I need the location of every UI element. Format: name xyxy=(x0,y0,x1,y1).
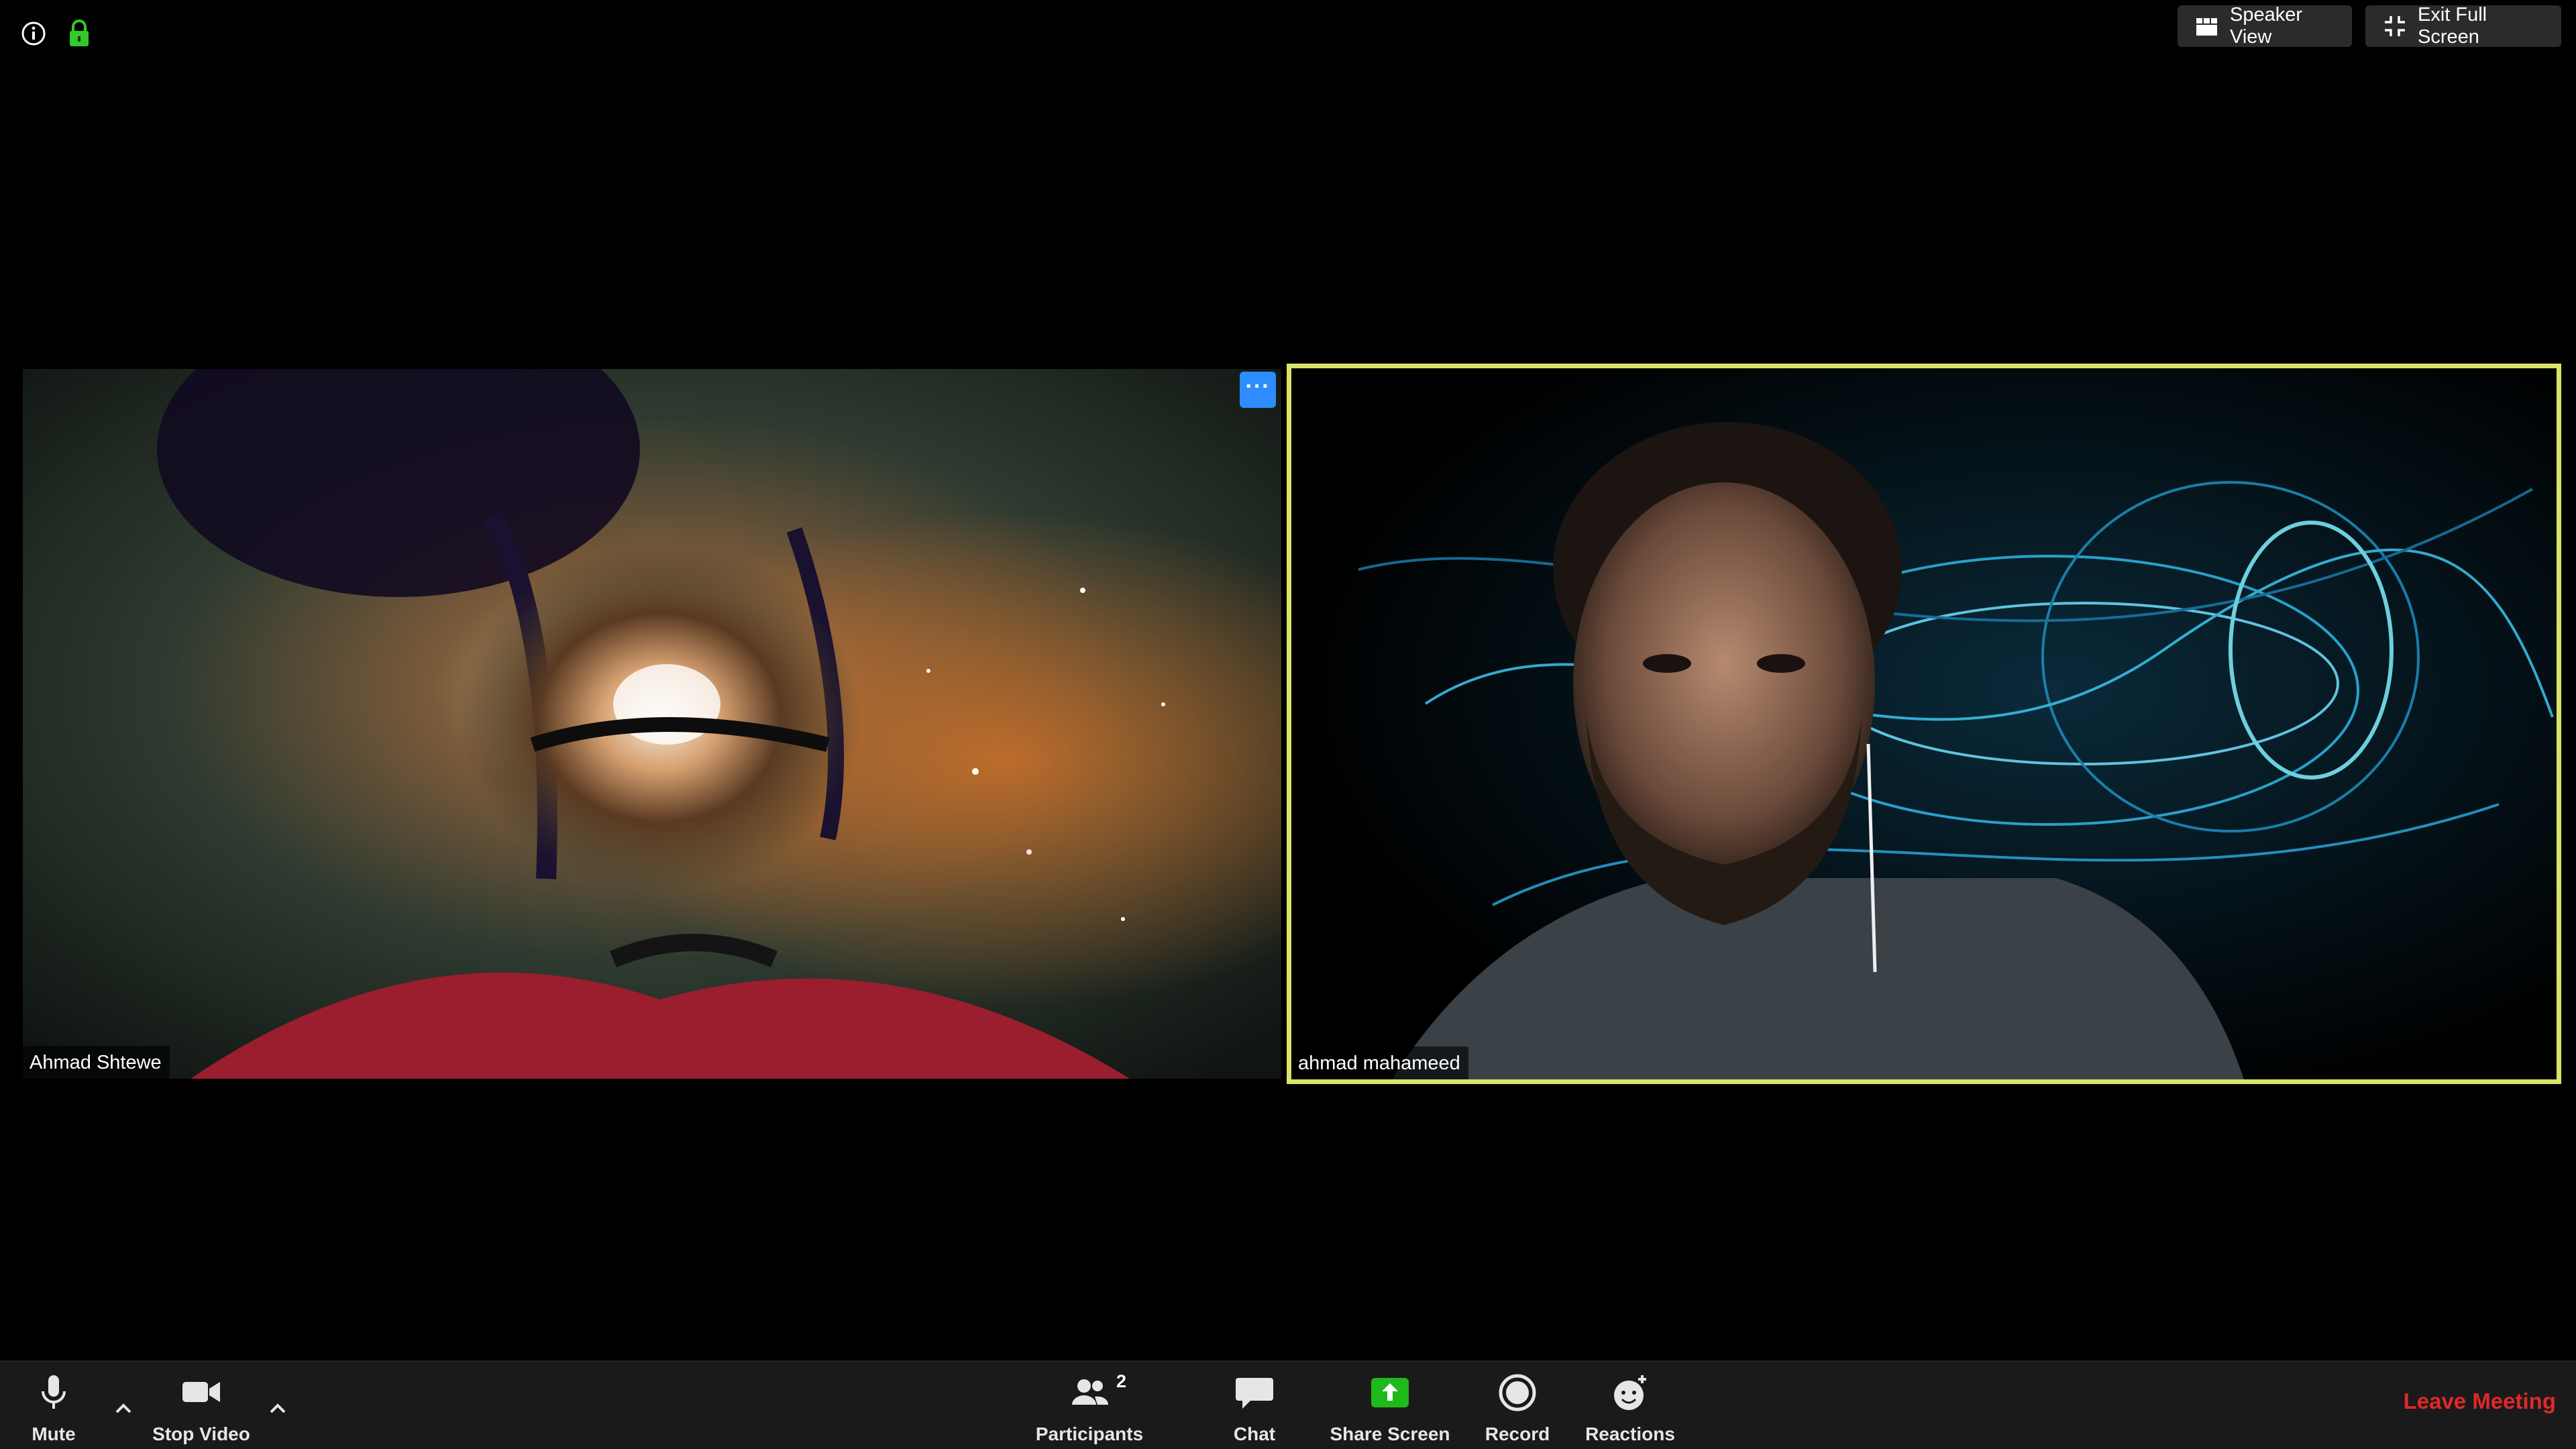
participants-count-badge: 2 xyxy=(1116,1371,1127,1391)
exit-full-screen-icon xyxy=(2385,16,2405,36)
video-options-chevron-up-icon[interactable] xyxy=(263,1394,292,1424)
leave-meeting-button[interactable]: Leave Meeting xyxy=(2404,1389,2556,1414)
share-screen-arrow-icon xyxy=(1371,1378,1409,1407)
participants-button[interactable]: Participants xyxy=(1022,1371,1157,1445)
microphone-icon xyxy=(42,1375,66,1409)
record-icon xyxy=(1499,1374,1536,1411)
stop-video-button[interactable]: Stop Video xyxy=(134,1371,268,1445)
mute-button[interactable]: Mute xyxy=(0,1371,121,1445)
chat-bubble-icon xyxy=(1236,1378,1273,1409)
video-tile-ahmad-mahameed[interactable]: ahmad mahameed xyxy=(1287,364,2561,1084)
participants-label: Participants xyxy=(1035,1424,1144,1444)
record-label: Record xyxy=(1485,1424,1550,1444)
exit-full-screen-label: Exit Full Screen xyxy=(2418,4,2487,48)
participant-video-feed xyxy=(1291,368,2557,1079)
stop-video-label: Stop Video xyxy=(152,1424,250,1444)
exit-full-screen-button[interactable]: Exit Full Screen xyxy=(2365,4,2561,48)
reactions-smiley-icon xyxy=(1614,1375,1646,1410)
chat-button[interactable]: Chat xyxy=(1187,1371,1322,1445)
meeting-info-icon[interactable] xyxy=(20,20,47,47)
tile-more-options-button[interactable]: ··· xyxy=(1240,372,1276,408)
reactions-button[interactable]: Reactions xyxy=(1563,1371,1697,1445)
chat-label: Chat xyxy=(1233,1424,1276,1444)
video-camera-icon xyxy=(182,1382,220,1402)
share-screen-label: Share Screen xyxy=(1330,1424,1450,1444)
participant-name-label: ahmad mahameed xyxy=(1291,1046,1468,1079)
reactions-label: Reactions xyxy=(1585,1424,1675,1444)
participant-name-label: Ahmad Shtewe xyxy=(23,1046,170,1079)
mute-label: Mute xyxy=(32,1424,76,1444)
speaker-view-button[interactable]: Speaker View xyxy=(2178,4,2352,48)
participants-icon xyxy=(1072,1379,1109,1405)
participant-video-feed xyxy=(23,369,1281,1079)
speaker-view-icon xyxy=(2196,18,2217,36)
speaker-view-label: Speaker View xyxy=(2230,4,2303,48)
share-screen-button[interactable]: Share Screen xyxy=(1323,1371,1457,1445)
video-tile-ahmad-shtewe[interactable]: Ahmad Shtewe xyxy=(23,369,1281,1079)
meeting-window: Speaker View Exit Full Screen Ahmad Shte… xyxy=(0,0,2576,1449)
meeting-toolbar: Mute Stop Video Participants 2 Chat Shar… xyxy=(0,1360,2576,1449)
encryption-lock-icon[interactable] xyxy=(67,19,91,48)
